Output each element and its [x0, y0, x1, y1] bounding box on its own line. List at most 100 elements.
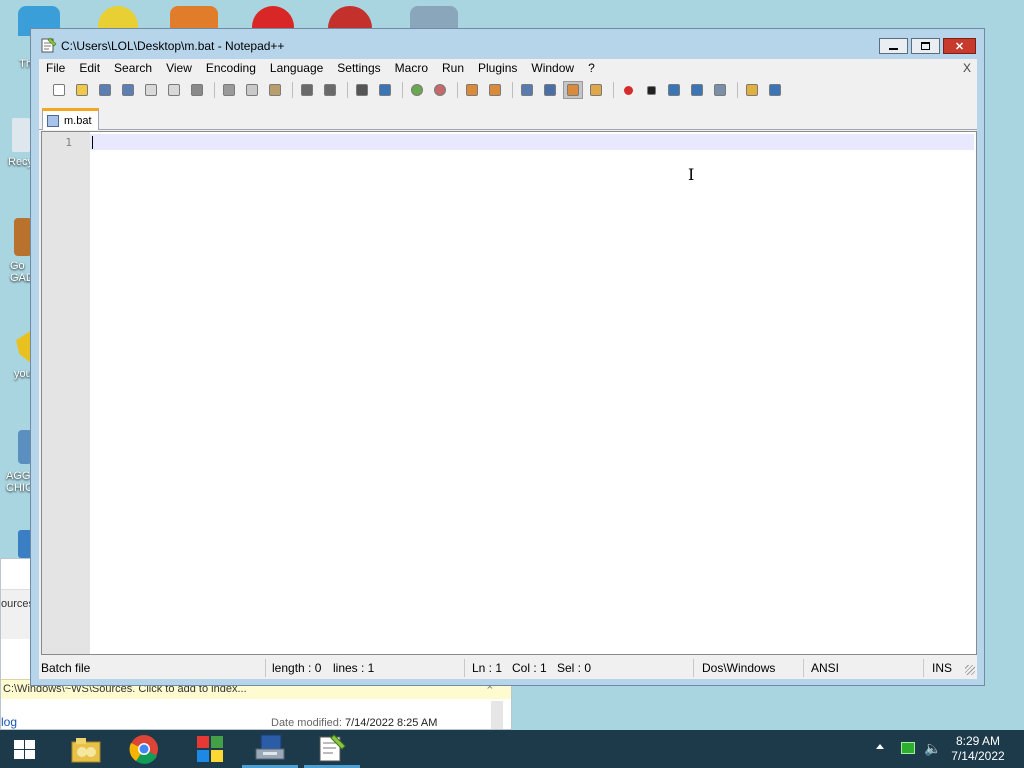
taskbar-network-app[interactable]	[242, 730, 298, 768]
toolbar	[39, 79, 977, 101]
find-icon	[356, 84, 368, 96]
show-all-chars-button[interactable]	[540, 81, 560, 99]
toolbar-separator	[457, 82, 458, 98]
desktop-icon-star[interactable]: you	[0, 330, 32, 380]
status-encoding[interactable]: ANSI	[811, 661, 839, 675]
toolbar-separator	[613, 82, 614, 98]
taskbar-notepadpp[interactable]	[304, 730, 360, 768]
desktop-icon-label: Go GAD	[10, 260, 34, 284]
zoom-out-button[interactable]	[430, 81, 450, 99]
doc-map-button[interactable]	[586, 81, 606, 99]
word-wrap-icon	[521, 84, 533, 96]
print-button[interactable]	[187, 81, 207, 99]
desktop-icon-label: AGG CHIC	[6, 470, 33, 494]
taskbar-file-explorer[interactable]	[58, 730, 114, 768]
save-macro-icon	[714, 84, 726, 96]
cut-button[interactable]	[219, 81, 239, 99]
show-all-chars-icon	[544, 84, 556, 96]
menu-macro[interactable]: Macro	[388, 59, 435, 77]
desktop-icon-label: you	[14, 368, 32, 380]
taskbar: 🔈 8:29 AM 7/14/2022	[0, 730, 1024, 768]
copy-icon	[246, 84, 258, 96]
menu-plugins[interactable]: Plugins	[471, 59, 524, 77]
minimize-button[interactable]	[879, 38, 908, 54]
toolbar-separator	[402, 82, 403, 98]
menu-window[interactable]: Window	[524, 59, 581, 77]
close-button[interactable]	[141, 81, 161, 99]
close-icon: ✕	[954, 40, 965, 53]
menu-help[interactable]: ?	[581, 59, 602, 77]
file-explorer-icon	[71, 738, 101, 763]
maximize-button[interactable]	[911, 38, 940, 54]
close-button[interactable]: ✕	[943, 38, 976, 54]
status-ln: Ln : 1	[472, 661, 503, 675]
sync-vertical-button[interactable]	[462, 81, 482, 99]
folder-workspace-button[interactable]	[742, 81, 762, 99]
indent-guide-button[interactable]	[563, 81, 583, 99]
menu-settings[interactable]: Settings	[330, 59, 387, 77]
menu-language[interactable]: Language	[263, 59, 330, 77]
word-wrap-button[interactable]	[517, 81, 537, 99]
tab-m-bat[interactable]: m.bat	[42, 108, 99, 130]
menu-view[interactable]: View	[159, 59, 199, 77]
save-all-icon	[122, 84, 134, 96]
start-button[interactable]	[14, 740, 36, 760]
run-macro-multiple-button[interactable]	[687, 81, 707, 99]
find-button[interactable]	[352, 81, 372, 99]
spell-check-button[interactable]	[765, 81, 785, 99]
show-hidden-icons-icon[interactable]	[876, 744, 884, 749]
file-row[interactable]: log Date modified: 7/14/2022 8:25 AM	[1, 715, 511, 731]
sync-horizontal-icon	[489, 84, 501, 96]
open-file-button[interactable]	[72, 81, 92, 99]
menu-search[interactable]: Search	[107, 59, 159, 77]
record-macro-button[interactable]	[618, 81, 638, 99]
copy-button[interactable]	[242, 81, 262, 99]
title-bar[interactable]: C:\Users\LOL\Desktop\m.bat - Notepad++ ✕	[31, 29, 984, 59]
new-file-button[interactable]	[49, 81, 69, 99]
close-all-button[interactable]	[164, 81, 184, 99]
paste-button[interactable]	[265, 81, 285, 99]
save-all-button[interactable]	[118, 81, 138, 99]
windows-logo-icon	[14, 750, 24, 759]
undo-button[interactable]	[297, 81, 317, 99]
redo-button[interactable]	[320, 81, 340, 99]
zoom-out-icon	[434, 84, 446, 96]
desktop-icon-agg[interactable]: AGG CHIC	[0, 430, 33, 494]
desktop-icon-this-pc[interactable]: Th	[0, 58, 32, 70]
menu-run[interactable]: Run	[435, 59, 471, 77]
windows-logo-icon	[25, 750, 35, 759]
menu-encoding[interactable]: Encoding	[199, 59, 263, 77]
ibeam-cursor-icon: I	[688, 165, 695, 184]
system-clock[interactable]: 8:29 AM 7/14/2022	[940, 734, 1016, 764]
sidebar-item-sources[interactable]: ources	[1, 598, 33, 610]
network-status-icon[interactable]	[901, 742, 915, 754]
menu-file[interactable]: File	[39, 59, 72, 77]
close-icon	[145, 84, 157, 96]
explorer-scrollbar[interactable]	[491, 701, 503, 729]
date-modified: Date modified: 7/14/2022 8:25 AM	[271, 717, 438, 729]
close-document-button[interactable]: X	[963, 61, 971, 75]
desktop-icon-gadgets[interactable]: Go GAD	[0, 218, 34, 284]
file-link[interactable]: log	[1, 715, 17, 729]
status-insert-mode: INS	[932, 661, 953, 675]
replace-button[interactable]	[375, 81, 395, 99]
current-line-highlight	[90, 134, 974, 150]
status-col: Col : 1	[512, 661, 547, 675]
desktop-icon-recycle-bin[interactable]: Recy	[0, 118, 33, 168]
taskbar-chrome[interactable]	[116, 730, 172, 768]
play-macro-button[interactable]	[664, 81, 684, 99]
taskbar-store[interactable]	[182, 730, 238, 768]
resize-grip-icon[interactable]	[965, 665, 975, 675]
status-eol[interactable]: Dos\Windows	[702, 661, 775, 675]
text-editor[interactable]: 1 I	[41, 131, 977, 655]
stop-record-button[interactable]	[641, 81, 661, 99]
sync-horizontal-button[interactable]	[485, 81, 505, 99]
status-divider	[693, 659, 694, 677]
status-sel: Sel : 0	[557, 661, 592, 675]
menu-edit[interactable]: Edit	[72, 59, 107, 77]
zoom-in-button[interactable]	[407, 81, 427, 99]
volume-icon[interactable]: 🔈	[924, 740, 941, 757]
toolbar-separator	[292, 82, 293, 98]
save-macro-button[interactable]	[710, 81, 730, 99]
save-button[interactable]	[95, 81, 115, 99]
